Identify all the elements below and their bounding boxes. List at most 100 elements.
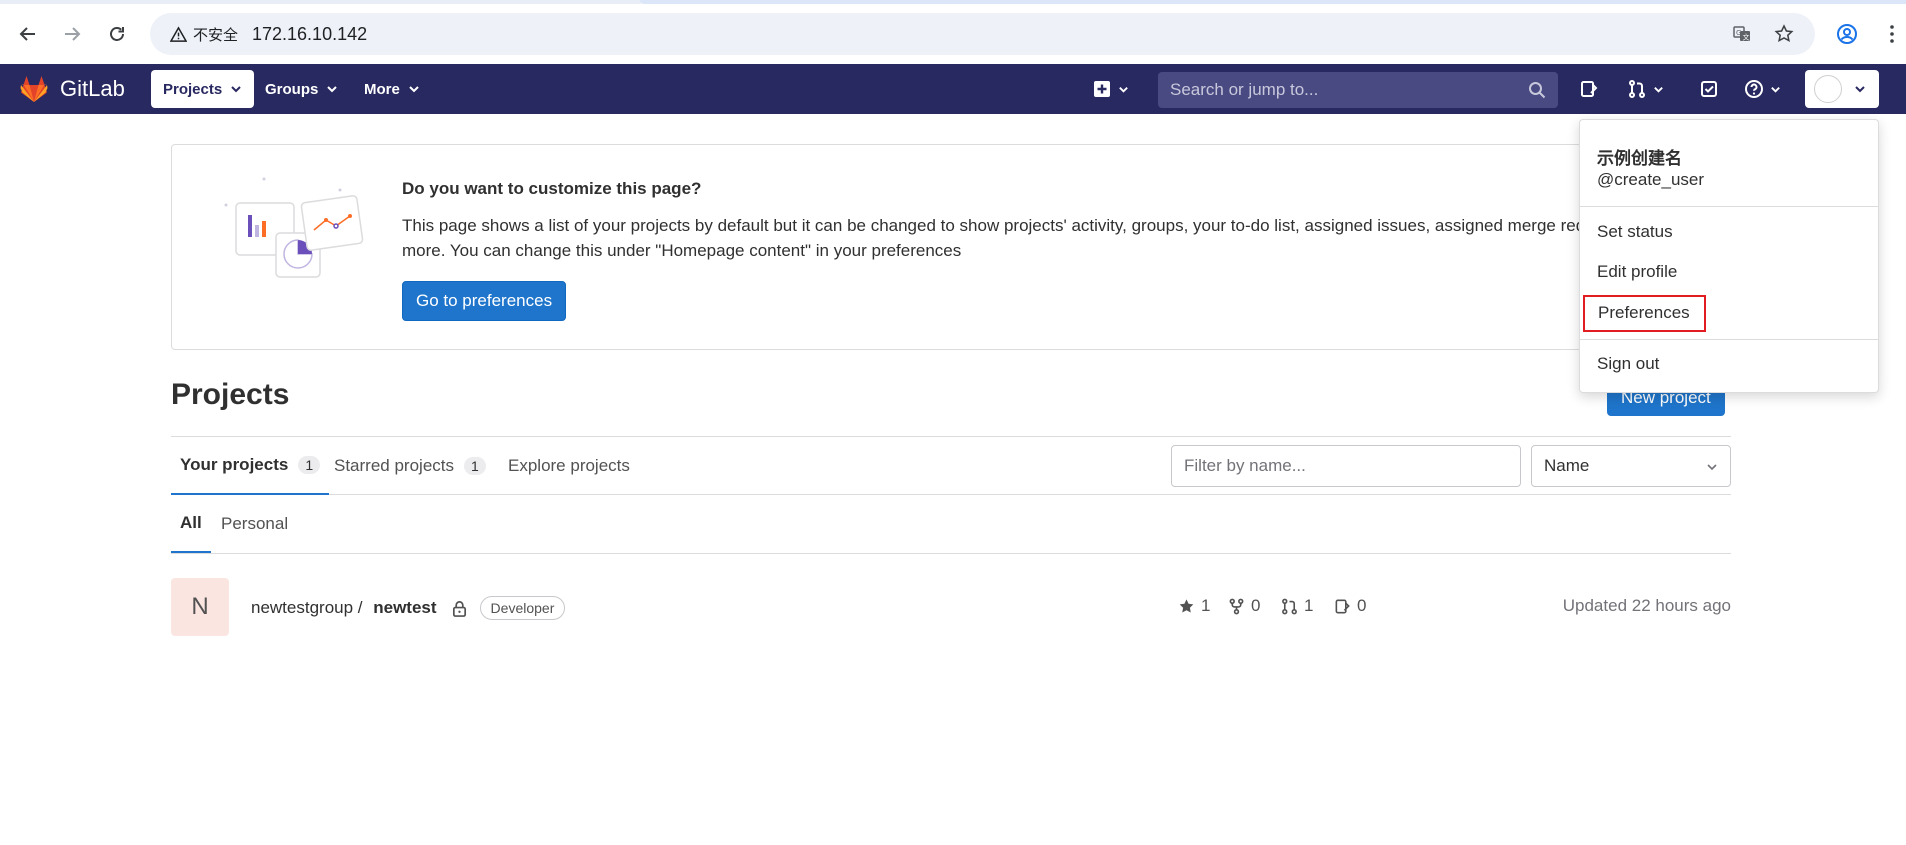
stars-count[interactable]: 1	[1178, 596, 1210, 616]
count-badge: 1	[464, 457, 486, 475]
role-badge: Developer	[479, 596, 566, 620]
new-item-dropdown[interactable]	[1092, 76, 1129, 102]
star-icon	[1179, 598, 1194, 612]
todos-icon	[1701, 81, 1717, 97]
issues-value: 0	[1357, 596, 1367, 615]
reload-icon[interactable]	[101, 18, 133, 50]
tab-strip	[0, 0, 1906, 5]
chevron-down-icon	[1771, 86, 1780, 93]
issues-count[interactable]: 0	[1334, 596, 1366, 616]
address-bar[interactable]: 不安全 172.16.10.142 文G	[150, 13, 1815, 55]
subtab-all[interactable]: All	[171, 495, 211, 553]
new-item-icon	[1094, 81, 1110, 97]
security-indicator[interactable]: 不安全	[162, 21, 248, 47]
user-handle: @create_user	[1597, 170, 1705, 189]
menu-item-edit-profile[interactable]: Edit profile	[1597, 262, 1677, 282]
user-display-name: 示例创建名	[1597, 149, 1682, 168]
warning-icon	[170, 25, 187, 42]
translate-icon[interactable]: 文G	[1730, 22, 1754, 46]
dashboard-illustration-icon	[224, 177, 364, 278]
nav-projects-label: Projects	[163, 80, 223, 98]
tab-explore-projects[interactable]: Explore projects	[499, 437, 639, 495]
banner-title: Do you want to customize this page?	[402, 179, 702, 198]
sort-value: Name	[1544, 456, 1590, 475]
issues-icon	[1581, 81, 1598, 97]
tab-inactive[interactable]	[0, 0, 644, 4]
merge-requests-value: 1	[1304, 596, 1314, 615]
projects-subtabs: All Personal	[171, 495, 1731, 554]
chevron-down-icon	[1707, 464, 1717, 471]
menu-divider	[1580, 339, 1878, 340]
tab-your-projects[interactable]: Your projects 1	[171, 437, 330, 495]
project-namespace: newtestgroup /	[251, 598, 368, 617]
tab-label: Explore projects	[508, 456, 630, 475]
avatar	[1814, 75, 1842, 103]
subtab-personal[interactable]: Personal	[212, 495, 297, 553]
browser-chrome: 不安全 172.16.10.142 文G	[0, 0, 1906, 64]
menu-item-preferences[interactable]: Preferences	[1583, 295, 1706, 332]
chevron-down-icon	[409, 86, 419, 93]
gitlab-logo[interactable]: GitLab	[18, 73, 125, 105]
forks-count[interactable]: 0	[1228, 596, 1260, 616]
chevron-down-icon	[1119, 86, 1128, 93]
chevron-down-icon	[1654, 86, 1663, 93]
nav-groups-label: Groups	[265, 80, 319, 98]
menu-item-set-status[interactable]: Set status	[1597, 222, 1673, 242]
profile-icon[interactable]	[1831, 18, 1863, 50]
nav-groups[interactable]: Groups	[253, 70, 350, 108]
issues-button[interactable]	[1579, 76, 1599, 102]
tab-starred-projects[interactable]: Starred projects 1	[325, 437, 495, 495]
todos-button[interactable]	[1699, 76, 1719, 102]
url-text[interactable]: 172.16.10.142	[252, 24, 367, 45]
forward-icon[interactable]	[56, 18, 88, 50]
banner-description: This page shows a list of your projects …	[402, 216, 1664, 260]
svg-text:G: G	[1736, 29, 1741, 37]
merge-requests-dropdown[interactable]	[1627, 76, 1664, 102]
merge-request-icon	[1282, 598, 1297, 614]
lock-icon	[452, 600, 466, 617]
filter-box[interactable]	[1171, 445, 1521, 487]
issues-icon	[1335, 599, 1350, 613]
help-dropdown[interactable]	[1744, 76, 1781, 102]
menu-divider	[1580, 206, 1878, 207]
gitlab-header: GitLab Projects Groups More	[0, 64, 1906, 114]
project-row[interactable]: N newtestgroup / newtest Developer 1 0 1…	[171, 578, 1731, 636]
updated-timestamp: Updated 22 hours ago	[1562, 596, 1731, 615]
search-icon	[1529, 82, 1546, 99]
more-menu-icon[interactable]	[1878, 18, 1906, 50]
project-name: newtest	[373, 598, 437, 617]
merge-requests-count[interactable]: 1	[1281, 596, 1313, 616]
nav-projects[interactable]: Projects	[151, 70, 255, 108]
customize-banner: Do you want to customize this page? This…	[171, 144, 1731, 350]
merge-requests-icon	[1629, 80, 1645, 98]
fork-icon	[1229, 598, 1244, 614]
user-avatar-button[interactable]	[1805, 70, 1879, 108]
forks-value: 0	[1251, 596, 1261, 615]
page-title: Projects	[171, 378, 290, 411]
nav-more-label: More	[364, 80, 400, 98]
help-icon	[1745, 80, 1763, 98]
tab-label: Your projects	[180, 455, 289, 474]
sort-dropdown[interactable]: Name	[1531, 445, 1731, 487]
search-input[interactable]	[1158, 72, 1558, 108]
brand-name: GitLab	[60, 76, 125, 101]
projects-tabs: Your projects 1 Starred projects 1 Explo…	[171, 436, 1731, 495]
security-label: 不安全	[193, 26, 239, 44]
filter-input[interactable]	[1172, 446, 1520, 486]
chevron-down-icon	[1855, 86, 1865, 93]
back-icon[interactable]	[12, 18, 44, 50]
menu-item-sign-out[interactable]: Sign out	[1597, 354, 1659, 374]
user-dropdown-menu: 示例创建名 @create_user Set status Edit profi…	[1579, 119, 1879, 393]
svg-text:文: 文	[1743, 33, 1750, 42]
chevron-down-icon	[327, 86, 338, 93]
tab-active[interactable]	[640, 0, 1906, 4]
gitlab-tanuki-icon	[20, 76, 48, 102]
nav-more[interactable]: More	[352, 70, 432, 108]
project-name-link[interactable]: newtestgroup / newtest Developer	[251, 596, 566, 620]
bookmark-star-icon[interactable]	[1772, 22, 1796, 46]
search-box[interactable]	[1158, 72, 1558, 108]
count-badge: 1	[298, 456, 321, 474]
project-avatar[interactable]: N	[171, 578, 229, 636]
tab-label: Starred projects	[334, 456, 454, 475]
go-to-preferences-button[interactable]: Go to preferences	[402, 281, 567, 321]
